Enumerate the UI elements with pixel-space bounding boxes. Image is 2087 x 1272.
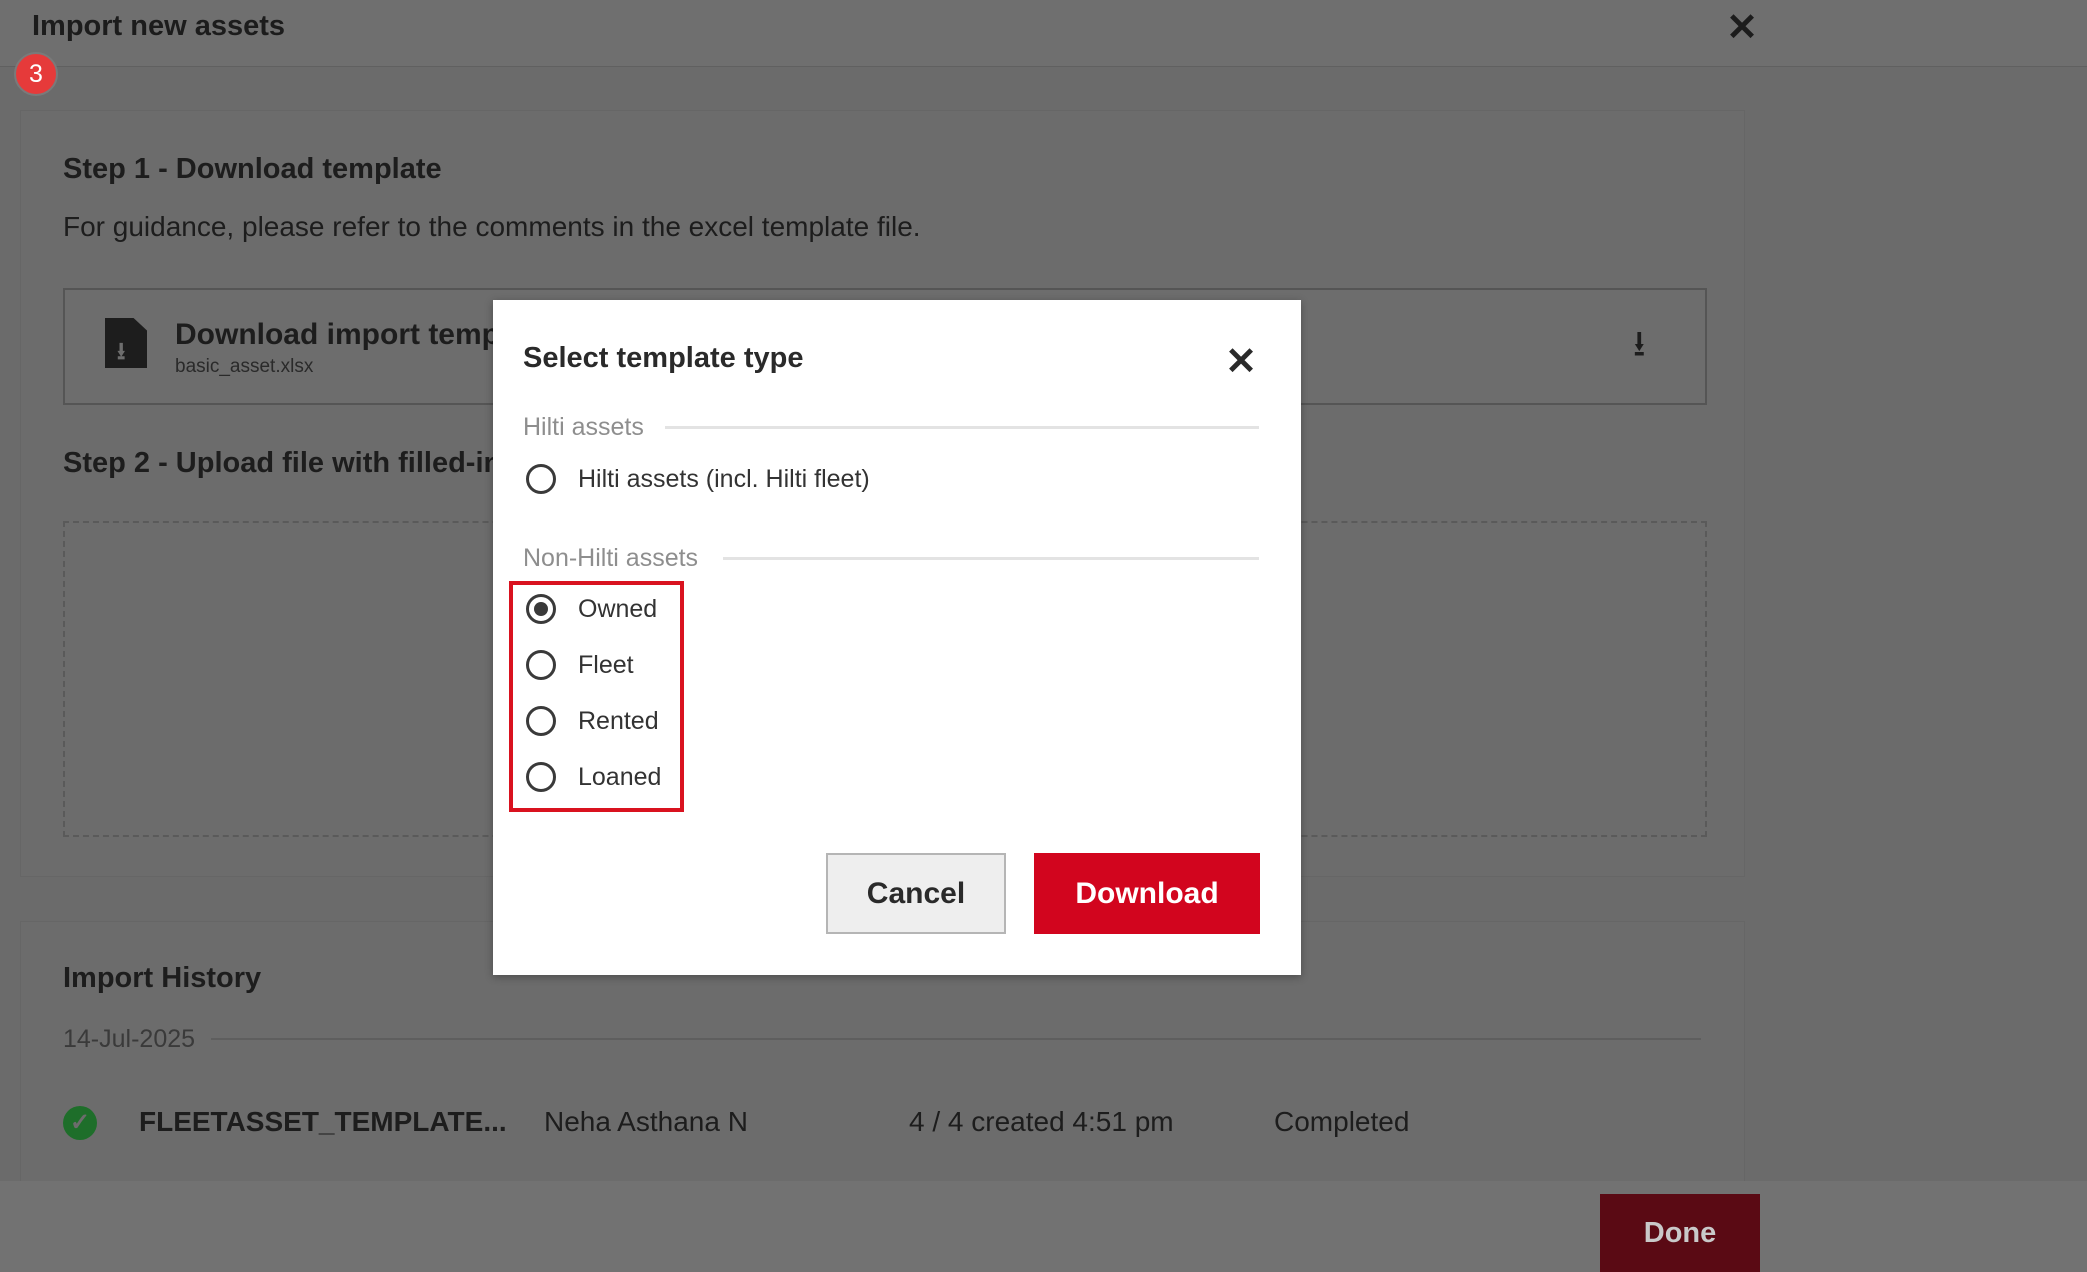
page-header: Import new assets ✕ (0, 0, 2087, 67)
radio-button[interactable] (526, 706, 556, 736)
file-arrow-glyph: ⭳ (117, 338, 126, 365)
history-divider (211, 1038, 1701, 1040)
download-template-title: Download import templ (175, 318, 509, 351)
radio-button[interactable] (526, 762, 556, 792)
radio-label: Owned (578, 594, 658, 623)
radio-label: Fleet (578, 650, 634, 679)
file-download-icon (105, 318, 147, 368)
done-button[interactable]: Done (1600, 1194, 1760, 1272)
radio-button[interactable] (526, 464, 556, 494)
step1-description: For guidance, please refer to the commen… (63, 211, 921, 242)
page-title: Import new assets (32, 10, 286, 42)
history-date: 14-Jul-2025 (63, 1025, 196, 1053)
history-result: 4 / 4 created 4:51 pm (909, 1106, 1174, 1137)
radio-option-fleet[interactable]: Fleet (526, 644, 634, 686)
import-history-title: Import History (63, 962, 262, 994)
radio-label: Rented (578, 706, 659, 735)
history-status: Completed (1274, 1106, 1410, 1137)
check-circle-icon: ✓ (63, 1106, 97, 1140)
radio-button[interactable] (526, 650, 556, 680)
group-divider (723, 557, 1259, 560)
step2-title: Step 2 - Upload file with filled-in (63, 447, 502, 479)
cancel-button[interactable]: Cancel (826, 853, 1006, 934)
history-user: Neha Asthana N (544, 1106, 748, 1137)
page-footer: Done (0, 1181, 2087, 1272)
group-label-hilti: Hilti assets (523, 413, 644, 441)
dialog-title: Select template type (523, 342, 804, 374)
radio-option-rented[interactable]: Rented (526, 700, 659, 742)
radio-label: Loaned (578, 762, 662, 791)
radio-label: Hilti assets (incl. Hilti fleet) (578, 464, 870, 493)
download-icon[interactable]: ⭳ (1633, 318, 1646, 379)
group-divider (665, 426, 1259, 429)
radio-option-owned[interactable]: Owned (526, 588, 657, 630)
radio-option-hilti-assets[interactable]: Hilti assets (incl. Hilti fleet) (526, 458, 870, 500)
close-icon[interactable]: ✕ (1722, 8, 1762, 48)
history-file-name[interactable]: FLEETASSET_TEMPLATE... (139, 1106, 507, 1138)
group-label-non-hilti: Non-Hilti assets (523, 544, 699, 572)
close-icon[interactable]: ✕ (1221, 342, 1261, 382)
step-badge: 3 (14, 52, 58, 96)
download-template-filename: basic_asset.xlsx (175, 356, 314, 377)
download-button[interactable]: Download (1034, 853, 1260, 934)
select-template-dialog: Select template type ✕ Hilti assets Hilt… (493, 300, 1301, 975)
radio-button-checked[interactable] (526, 594, 556, 624)
step1-title: Step 1 - Download template (63, 153, 442, 185)
radio-option-loaned[interactable]: Loaned (526, 756, 661, 798)
